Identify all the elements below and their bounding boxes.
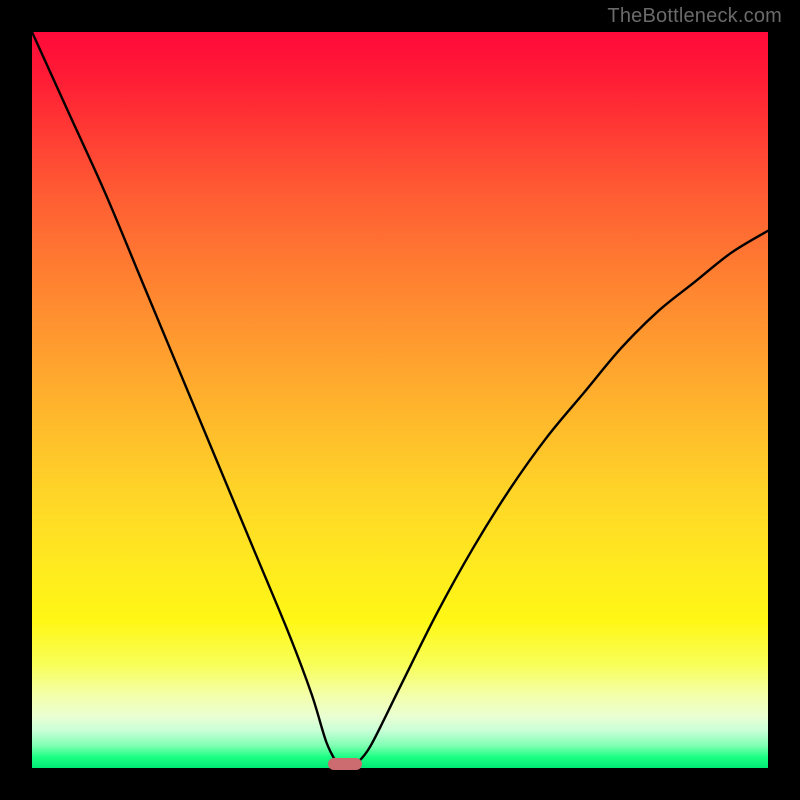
curve-right-branch — [356, 231, 768, 765]
chart-plot-area — [32, 32, 768, 768]
watermark-label: TheBottleneck.com — [607, 5, 782, 28]
chart-frame: TheBottleneck.com — [0, 0, 800, 800]
chart-curve — [32, 32, 768, 768]
min-marker — [328, 758, 362, 770]
curve-left-branch — [32, 32, 337, 764]
